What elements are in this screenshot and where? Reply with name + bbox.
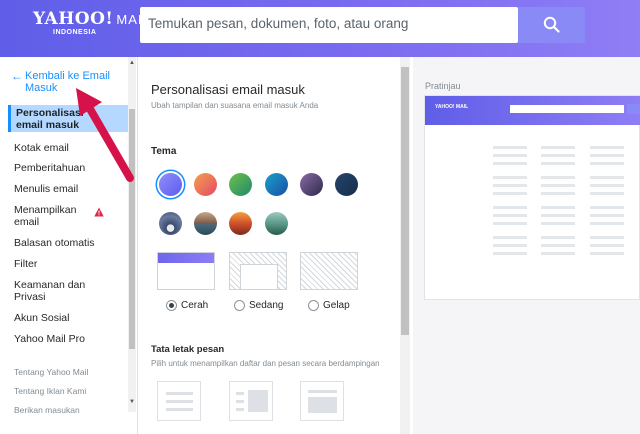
preview-line (493, 206, 527, 209)
preview-line (493, 162, 527, 165)
theme-photo-mountain[interactable] (159, 212, 182, 235)
preview-line (590, 206, 624, 209)
preview-header: YAHOO! MAIL (425, 96, 640, 125)
about-ads-link[interactable]: Tentang Iklan Kami (14, 386, 86, 396)
preview-line (493, 192, 527, 195)
preview-line (493, 252, 527, 255)
theme-swatch-navy[interactable] (335, 173, 358, 196)
logo-text: YAHOO! (33, 9, 114, 29)
theme-swatch-orange[interactable] (194, 173, 217, 196)
theme-photo-sunset[interactable] (229, 212, 252, 235)
preview-line (541, 206, 575, 209)
preview-line (541, 252, 575, 255)
theme-photo-lake[interactable] (265, 212, 288, 235)
scroll-down-icon[interactable]: ▼ (129, 399, 135, 405)
search-placeholder: Temukan pesan, dokumen, foto, atau orang (148, 16, 409, 31)
back-arrow-icon: ← (11, 69, 23, 83)
search-button[interactable] (518, 7, 585, 43)
preview-line (541, 192, 575, 195)
layout-card-side[interactable] (229, 381, 273, 421)
theme-heading: Tema (151, 146, 177, 157)
layout-subtitle: Pilih untuk menampilkan daftar dan pesan… (151, 359, 380, 368)
top-header: YAHOO! MAIL INDONESIA Temukan pesan, doku… (0, 0, 640, 57)
theme-swatch-blue[interactable] (265, 173, 288, 196)
layout-card-bottom[interactable] (300, 381, 344, 421)
preview-line (590, 192, 624, 195)
layout-heading: Tata letak pesan (151, 344, 225, 355)
preview-line (590, 222, 624, 225)
preview-line (493, 146, 527, 149)
about-mail-link[interactable]: Tentang Yahoo Mail (14, 367, 88, 377)
panel-scroll-thumb[interactable] (401, 67, 409, 335)
sidebar-item-security[interactable]: Keamanan dan Privasi (14, 279, 94, 303)
preview-line (590, 146, 624, 149)
preview-line (541, 222, 575, 225)
sidebar-item-display[interactable]: Menampilkan email (14, 204, 84, 228)
mode-radio-dark[interactable] (308, 300, 319, 311)
preview-line (541, 176, 575, 179)
mode-card-bright[interactable] (157, 252, 215, 290)
preview-label: Pratinjau (425, 81, 461, 91)
preview-line (590, 154, 624, 157)
preview-line (541, 154, 575, 157)
panel-subtitle: Ubah tampilan dan suasana email masuk An… (151, 101, 319, 110)
mode-radio-medium[interactable] (234, 300, 245, 311)
search-icon (543, 16, 560, 33)
mode-label-bright: Cerah (181, 300, 209, 311)
feedback-link[interactable]: Berikan masukan (14, 405, 80, 415)
sidebar-item-compose[interactable]: Menulis email (14, 183, 78, 195)
sidebar-item-mailboxes[interactable]: Kotak email (14, 142, 69, 154)
preview-pane: YAHOO! MAIL (424, 95, 640, 300)
mode-radio-bright[interactable] (166, 300, 177, 311)
preview-logo: YAHOO! MAIL (435, 104, 469, 110)
preview-line (590, 184, 624, 187)
preview-line (541, 244, 575, 247)
panel-title: Personalisasi email masuk (151, 82, 305, 97)
theme-swatch-violet[interactable] (300, 173, 323, 196)
preview-line (590, 162, 624, 165)
mode-label-medium: Sedang (249, 300, 284, 311)
preview-line (541, 184, 575, 187)
layout-card-list[interactable] (157, 381, 201, 421)
sidebar-item-filters[interactable]: Filter (14, 258, 37, 270)
theme-photo-beach[interactable] (194, 212, 217, 235)
theme-swatch-purple[interactable] (159, 173, 182, 196)
preview-line (493, 222, 527, 225)
preview-line (590, 214, 624, 217)
preview-line (541, 214, 575, 217)
sidebar-item-autoreply[interactable]: Balasan otomatis (14, 237, 95, 249)
preview-line (590, 176, 624, 179)
yahoo-mail-logo[interactable]: YAHOO! MAIL INDONESIA (33, 9, 151, 36)
preview-line (541, 236, 575, 239)
scroll-up-icon[interactable]: ▲ (129, 60, 135, 66)
preview-line (590, 244, 624, 247)
sidebar-item-social[interactable]: Akun Sosial (14, 312, 69, 324)
search-input[interactable]: Temukan pesan, dokumen, foto, atau orang (140, 7, 518, 43)
preview-line (493, 214, 527, 217)
preview-line (541, 162, 575, 165)
preview-search-bar (510, 105, 624, 113)
annotation-arrow-icon (76, 88, 134, 182)
preview-line (493, 244, 527, 247)
preview-line (590, 236, 624, 239)
preview-line (590, 252, 624, 255)
preview-line (493, 154, 527, 157)
preview-line (541, 146, 575, 149)
theme-swatch-green[interactable] (229, 173, 252, 196)
warning-icon (94, 207, 104, 217)
preview-search-button (627, 104, 640, 114)
mode-card-medium[interactable] (229, 252, 287, 290)
settings-panel: Personalisasi email masuk Ubah tampilan … (138, 57, 413, 434)
preview-line (493, 236, 527, 239)
logo-region-text: INDONESIA (53, 29, 97, 36)
preview-line (493, 184, 527, 187)
sidebar-item-pro[interactable]: Yahoo Mail Pro (14, 333, 85, 345)
mode-card-dark[interactable] (300, 252, 358, 290)
preview-line (493, 176, 527, 179)
mode-label-dark: Gelap (323, 300, 350, 311)
